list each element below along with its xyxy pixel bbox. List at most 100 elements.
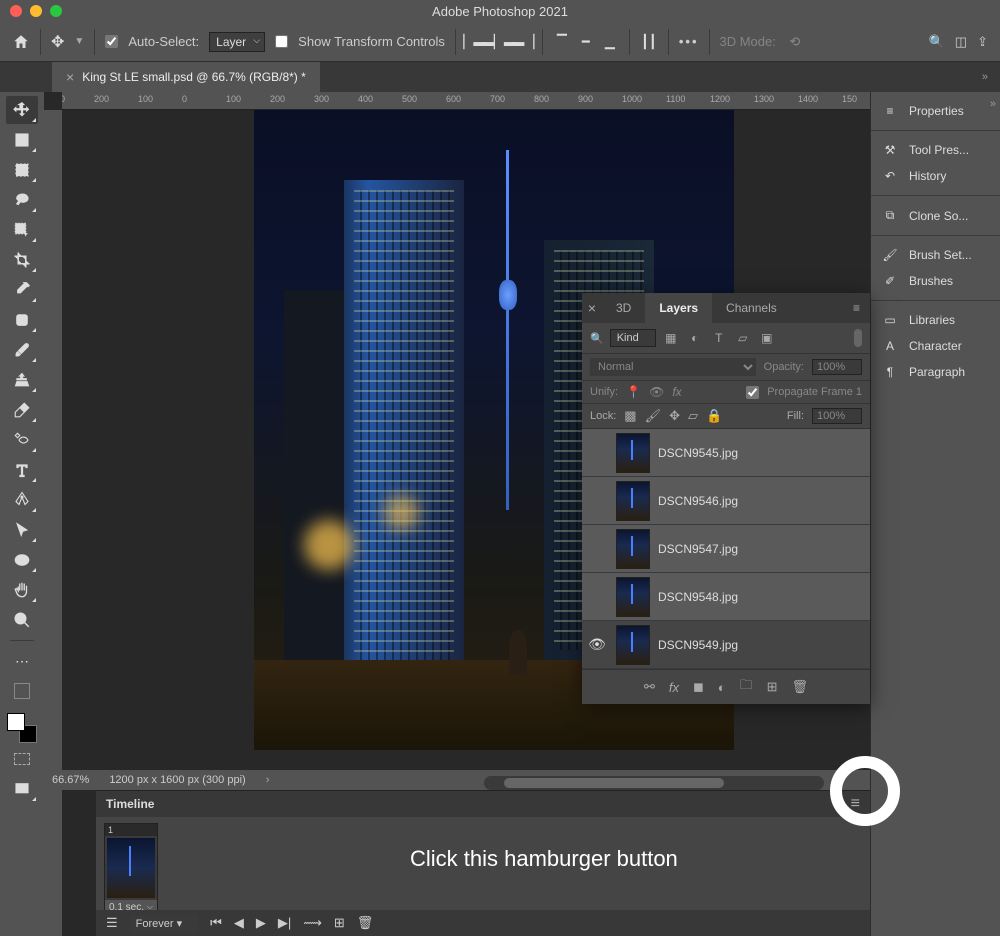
filter-toggle[interactable]	[854, 329, 862, 347]
layer-row[interactable]: 👁DSCN9549.jpg	[582, 621, 870, 669]
chevron-down-icon[interactable]: ▼	[74, 36, 84, 47]
foreground-color-button[interactable]	[6, 677, 38, 705]
home-icon[interactable]	[12, 33, 30, 51]
prev-frame-icon[interactable]: ◀	[234, 915, 244, 931]
search-icon[interactable]: 🔍	[929, 34, 945, 50]
delete-layer-icon[interactable]: 🗑	[792, 679, 809, 695]
tab-layers[interactable]: Layers	[645, 293, 712, 323]
marquee-tool[interactable]	[6, 156, 38, 184]
panel-clone[interactable]: ⧉Clone So...	[871, 202, 1000, 229]
eraser-tool[interactable]	[6, 396, 38, 424]
gradient-tool[interactable]	[6, 426, 38, 454]
ruler-vertical[interactable]	[44, 110, 62, 936]
edit-toolbar-icon[interactable]: ⋯	[6, 647, 38, 675]
close-panel-icon[interactable]: ×	[582, 300, 602, 316]
layer-fx-icon[interactable]: fx	[669, 680, 679, 695]
new-layer-icon[interactable]: ⊞	[767, 679, 778, 695]
next-frame-icon[interactable]: ▶|	[278, 915, 291, 931]
adjustment-layer-icon[interactable]: ◐	[718, 680, 726, 695]
layer-group-icon[interactable]: 🗀	[740, 676, 753, 698]
panel-libraries[interactable]: ▭Libraries	[871, 307, 1000, 333]
quick-mask-icon[interactable]	[6, 745, 38, 773]
unify-style-icon[interactable]: fx	[672, 385, 681, 399]
lock-artboard-icon[interactable]: ▱	[688, 408, 698, 424]
align-top-icon[interactable]: ▔	[553, 33, 571, 51]
panel-tools[interactable]: ⚒Tool Pres...	[871, 137, 1000, 163]
align-center-h-icon[interactable]: ▬▏▬	[490, 33, 508, 51]
layer-row[interactable]: DSCN9545.jpg	[582, 429, 870, 477]
timeline-frame[interactable]: 1 0.1 sec.⌵	[104, 823, 158, 916]
lock-all-icon[interactable]: 🔒	[706, 408, 722, 424]
align-bottom-icon[interactable]: ▁	[601, 33, 619, 51]
layer-thumbnail[interactable]	[616, 529, 650, 569]
panel-sliders[interactable]: ≡Properties	[871, 98, 1000, 124]
align-right-icon[interactable]: ▬▕	[514, 33, 532, 51]
layer-thumbnail[interactable]	[616, 577, 650, 617]
show-transform-checkbox[interactable]	[275, 35, 288, 48]
filter-type-icon[interactable]: T	[710, 329, 728, 347]
panel-history[interactable]: ↶History	[871, 163, 1000, 189]
crop-tool[interactable]	[6, 246, 38, 274]
lock-position-icon[interactable]: ✥	[669, 408, 680, 424]
clone-stamp-tool[interactable]	[6, 366, 38, 394]
first-frame-icon[interactable]: ⏮	[210, 915, 222, 931]
auto-select-mode-select[interactable]: Layer ⌵	[209, 32, 265, 52]
document-tab[interactable]: × King St LE small.psd @ 66.7% (RGB/8*) …	[52, 62, 320, 92]
blend-mode-select[interactable]: Normal	[590, 358, 756, 376]
ruler-horizontal[interactable]: 3002001000100200300400500600700800900100…	[62, 92, 870, 110]
color-swatches[interactable]	[7, 713, 37, 743]
layer-row[interactable]: DSCN9548.jpg	[582, 573, 870, 621]
layer-thumbnail[interactable]	[616, 481, 650, 521]
brush-tool[interactable]	[6, 336, 38, 364]
tab-3d[interactable]: 3D	[602, 293, 645, 323]
auto-select-checkbox[interactable]	[105, 35, 118, 48]
document-info[interactable]: 1200 px x 1600 px (300 ppi)	[109, 774, 245, 786]
lock-paint-icon[interactable]: 🖌	[645, 408, 662, 424]
zoom-level[interactable]: 66.67%	[52, 774, 89, 786]
fill-input[interactable]: 100%	[812, 408, 862, 424]
share-icon[interactable]: ⇪	[977, 34, 988, 50]
zoom-tool[interactable]	[6, 606, 38, 634]
layer-row[interactable]: DSCN9546.jpg	[582, 477, 870, 525]
eyedropper-tool[interactable]	[6, 276, 38, 304]
panel-character[interactable]: ACharacter	[871, 333, 1000, 359]
new-frame-icon[interactable]: ⊞	[334, 915, 345, 931]
panel-paragraph[interactable]: ¶Paragraph	[871, 359, 1000, 385]
timeline-options-icon[interactable]: ☰	[106, 915, 118, 931]
path-select-tool[interactable]	[6, 516, 38, 544]
panel-brush-settings[interactable]: 🖌Brush Set...	[871, 242, 1000, 268]
opacity-input[interactable]: 100%	[812, 359, 862, 375]
unify-position-icon[interactable]: 📍	[626, 385, 641, 399]
layer-filter-kind-select[interactable]: Kind	[610, 329, 656, 347]
lock-transparent-icon[interactable]: ▩	[624, 408, 636, 424]
lasso-tool[interactable]	[6, 186, 38, 214]
healing-brush-tool[interactable]	[6, 306, 38, 334]
pen-tool[interactable]	[6, 486, 38, 514]
horizontal-scrollbar[interactable]	[484, 776, 824, 790]
tween-icon[interactable]: ⟿	[303, 915, 322, 931]
collapse-panels-icon[interactable]: »	[990, 98, 996, 110]
unify-visibility-icon[interactable]: 👁	[649, 385, 664, 399]
layer-thumbnail[interactable]	[616, 625, 650, 665]
loop-mode-select[interactable]: Forever ▾	[130, 915, 198, 932]
screen-mode-icon[interactable]	[6, 775, 38, 803]
move-tool[interactable]	[6, 96, 38, 124]
play-icon[interactable]: ▶	[256, 915, 266, 931]
link-layers-icon[interactable]: ⚯	[644, 679, 655, 695]
layer-row[interactable]: DSCN9547.jpg	[582, 525, 870, 573]
layer-thumbnail[interactable]	[616, 433, 650, 473]
collapse-tabs-icon[interactable]: »	[982, 71, 1000, 83]
layer-mask-icon[interactable]: ◼	[693, 679, 704, 695]
shape-tool[interactable]	[6, 546, 38, 574]
panel-brushes[interactable]: ✐Brushes	[871, 268, 1000, 294]
more-options-icon[interactable]: •••	[679, 34, 699, 49]
quick-select-tool[interactable]	[6, 216, 38, 244]
panel-menu-icon[interactable]: ≡	[843, 301, 870, 315]
filter-pixel-icon[interactable]: ▦	[662, 329, 680, 347]
visibility-toggle[interactable]: 👁	[586, 636, 608, 653]
align-middle-icon[interactable]: ━	[577, 33, 595, 51]
artboard-tool[interactable]	[6, 126, 38, 154]
filter-shape-icon[interactable]: ▱	[734, 329, 752, 347]
tab-channels[interactable]: Channels	[712, 293, 791, 323]
type-tool[interactable]	[6, 456, 38, 484]
